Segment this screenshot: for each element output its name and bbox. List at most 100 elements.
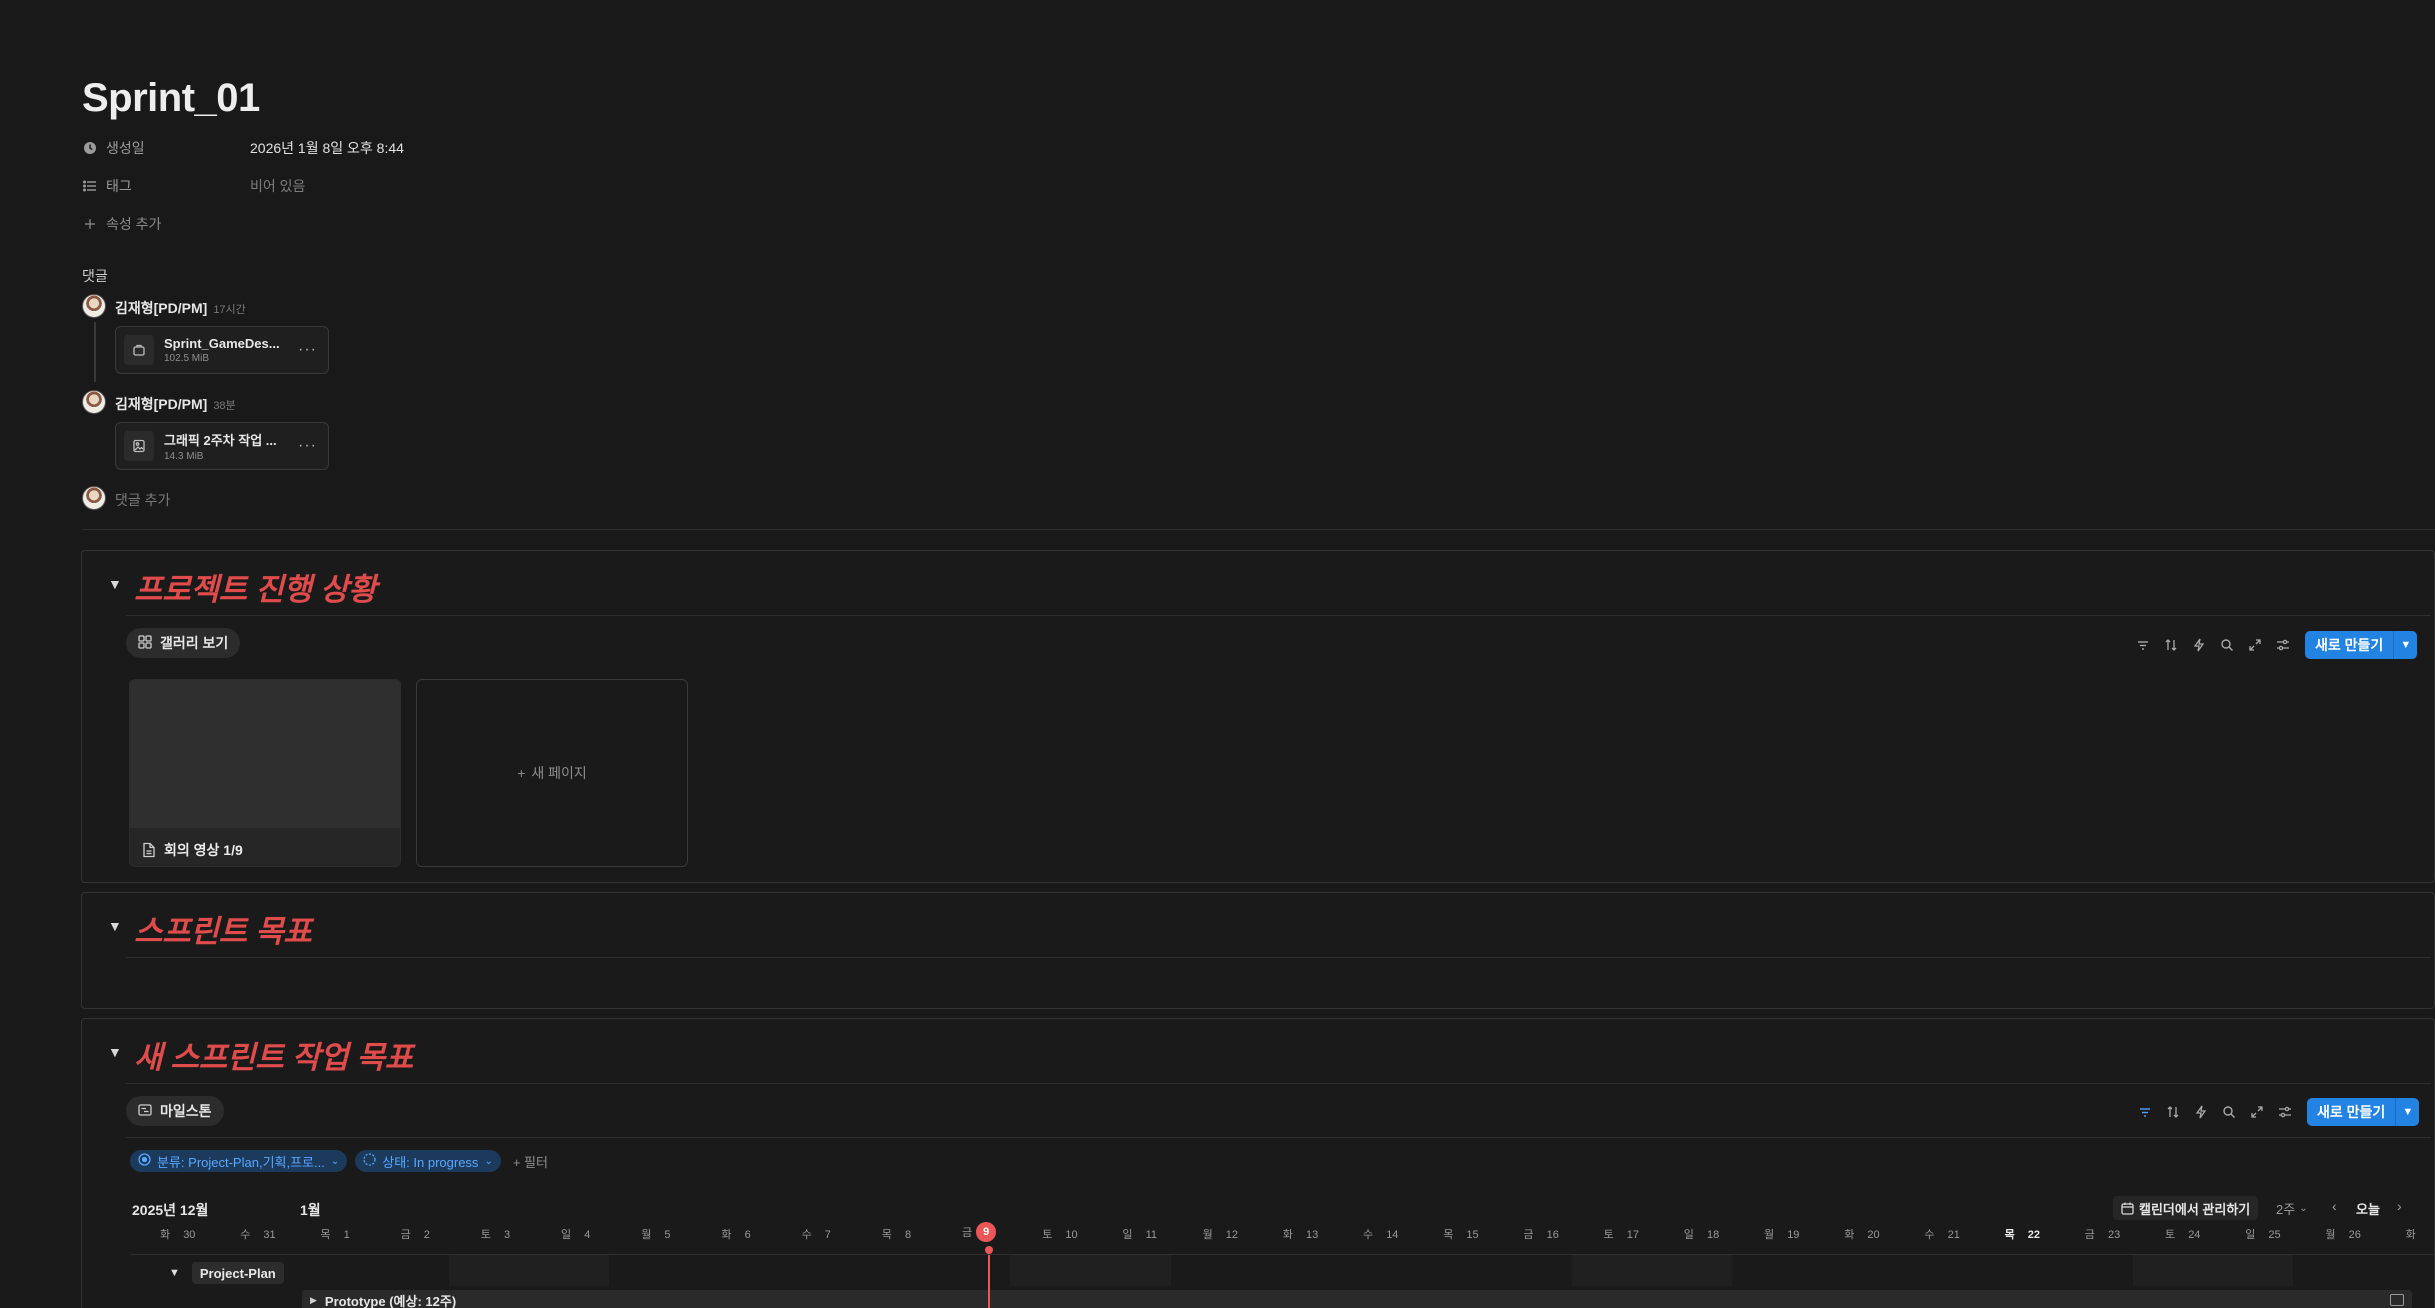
filter-chip-label: 상태: In progress <box>382 1154 479 1170</box>
expand-icon[interactable] <box>2243 1098 2271 1126</box>
timeline-day: 일 25 <box>2245 1226 2280 1242</box>
sort-icon[interactable] <box>2157 631 2185 659</box>
comment-author[interactable]: 김재형[PD/PM] <box>115 394 207 414</box>
attachment-card[interactable]: 그래픽 2주차 작업 ... 14.3 MiB ··· <box>115 422 329 470</box>
add-comment-input[interactable]: 댓글 추가 <box>115 490 170 510</box>
lightning-icon[interactable] <box>2187 1098 2215 1126</box>
list-icon <box>82 178 98 194</box>
view-tab-gallery[interactable]: 갤러리 보기 <box>126 628 241 658</box>
triangle-down-icon[interactable]: ▼ <box>169 1267 180 1279</box>
weekend-shade <box>2213 1254 2294 1286</box>
timeline-day: 토 10 <box>1042 1226 1077 1242</box>
search-icon[interactable] <box>2215 1098 2243 1126</box>
day-number: 24 <box>2188 1229 2201 1241</box>
search-icon[interactable] <box>2213 631 2241 659</box>
timeline-day: 금 16 <box>1523 1226 1558 1242</box>
page-title[interactable]: Sprint_01 <box>82 76 260 121</box>
new-page-card[interactable]: + 새 페이지 <box>416 679 688 867</box>
timeline-day: 일 4 <box>561 1226 590 1242</box>
today-button[interactable]: 오늘 <box>2356 1199 2380 1218</box>
timeline-day: 수 7 <box>802 1226 831 1242</box>
lightning-icon[interactable] <box>2185 631 2213 659</box>
day-number: 1 <box>343 1229 350 1241</box>
chevron-down-icon[interactable]: ▼ <box>2393 631 2417 659</box>
filter-icon[interactable] <box>2129 631 2157 659</box>
day-number: 6 <box>744 1229 751 1241</box>
filter-chip-category[interactable]: 분류: Project-Plan,기획,프로... ⌄ <box>130 1150 348 1172</box>
attachment-card[interactable]: Sprint_GameDes... 102.5 MiB ··· <box>115 326 329 374</box>
chevron-right-icon[interactable]: › <box>2397 1198 2402 1214</box>
property-label: 생성일 <box>106 140 145 156</box>
new-button[interactable]: 새로 만들기 ▼ <box>2307 1098 2420 1126</box>
triangle-down-icon[interactable]: ▼ <box>108 576 122 592</box>
comment-time: 17시간 <box>213 304 246 316</box>
weekend-shade <box>529 1254 610 1286</box>
divider <box>126 615 2431 616</box>
attachment-info: Sprint_GameDes... 102.5 MiB <box>164 336 292 364</box>
thread-line <box>94 322 96 382</box>
triangle-down-icon[interactable]: ▼ <box>108 918 122 934</box>
section-title[interactable]: 프로젝트 진행 상황 <box>134 564 377 609</box>
attachment-size: 102.5 MiB <box>164 353 210 364</box>
property-tags[interactable]: 태그 비어 있음 <box>82 171 305 201</box>
weekday-label: 목 <box>1443 1229 1457 1241</box>
filter-chip-status[interactable]: 상태: In progress ⌄ <box>355 1150 501 1172</box>
view-tab-milestone[interactable]: 마일스톤 <box>126 1096 224 1126</box>
add-property-button[interactable]: 속성 추가 <box>82 209 161 239</box>
timeline-day: 화 13 <box>1283 1226 1318 1242</box>
gallery-card[interactable]: 회의 영상 1/9 <box>129 679 401 867</box>
timeline-day: 월 26 <box>2325 1226 2360 1242</box>
weekday-label: 토 <box>480 1229 494 1241</box>
weekday-label: 화 <box>1844 1229 1858 1241</box>
open-icon[interactable] <box>2390 1294 2404 1306</box>
today-line <box>988 1250 990 1308</box>
divider <box>126 957 2431 958</box>
day-number: 12 <box>1225 1229 1239 1241</box>
view-toolbar: 새로 만들기 ▼ <box>2129 631 2418 659</box>
weekday-label: 월 <box>1202 1229 1216 1241</box>
attachment-name: Sprint_GameDes... <box>164 336 280 351</box>
comment-time: 38분 <box>213 400 236 412</box>
manage-in-calendar-label: 캘린더에서 관리하기 <box>2139 1201 2251 1217</box>
settings-icon[interactable] <box>2271 1098 2299 1126</box>
timeline-day: 수 31 <box>240 1226 275 1242</box>
timeline-row[interactable]: ▶ Prototype (예상: 12주) <box>302 1290 2412 1308</box>
select-icon <box>138 1153 151 1169</box>
day-number: 26 <box>2348 1229 2361 1241</box>
comment-header: 김재형[PD/PM] 17시간 <box>115 298 246 318</box>
weekday-label: 금 <box>2084 1229 2098 1241</box>
day-number: 3 <box>503 1229 511 1241</box>
range-select[interactable]: 2주 ⌄ <box>2276 1199 2308 1218</box>
new-button[interactable]: 새로 만들기 ▼ <box>2305 631 2418 659</box>
section-title[interactable]: 스프린트 목표 <box>134 906 312 951</box>
triangle-down-icon[interactable]: ▼ <box>108 1044 122 1060</box>
triangle-right-icon: ▶ <box>310 1294 317 1305</box>
property-value: 2026년 1월 8일 오후 8:44 <box>250 140 404 156</box>
weekend-shade <box>1571 1254 1652 1286</box>
avatar <box>82 390 106 414</box>
timeline-day: 수 14 <box>1363 1226 1398 1242</box>
manage-in-calendar-button[interactable]: 캘린더에서 관리하기 <box>2113 1196 2259 1220</box>
day-number: 15 <box>1466 1229 1479 1241</box>
filter-icon[interactable] <box>2131 1098 2159 1126</box>
weekday-label: 일 <box>1122 1229 1136 1241</box>
more-icon[interactable]: ··· <box>298 341 317 359</box>
timeline-day: 토 3 <box>481 1226 510 1242</box>
timeline-day: 화 30 <box>160 1226 195 1242</box>
comment-author[interactable]: 김재형[PD/PM] <box>115 298 207 318</box>
expand-icon[interactable] <box>2241 631 2269 659</box>
property-created[interactable]: 생성일 2026년 1월 8일 오후 8:44 <box>82 133 404 163</box>
new-button-label: 새로 만들기 <box>2315 637 2384 653</box>
more-icon[interactable]: ··· <box>298 437 317 455</box>
timeline-day: 화 20 <box>1844 1226 1879 1242</box>
sort-icon[interactable] <box>2159 1098 2187 1126</box>
section-sprint-goal <box>81 892 2435 1009</box>
add-filter-button[interactable]: + 필터 <box>513 1152 548 1171</box>
weekday-label: 화 <box>160 1229 174 1241</box>
timeline-group[interactable]: ▼ Project-Plan <box>169 1262 284 1284</box>
chevron-down-icon[interactable]: ▼ <box>2395 1098 2419 1126</box>
settings-icon[interactable] <box>2269 631 2297 659</box>
weekday-label: 화 <box>1282 1229 1296 1241</box>
chevron-left-icon[interactable]: ‹ <box>2332 1198 2337 1214</box>
section-title[interactable]: 새 스프린트 작업 목표 <box>134 1032 413 1077</box>
